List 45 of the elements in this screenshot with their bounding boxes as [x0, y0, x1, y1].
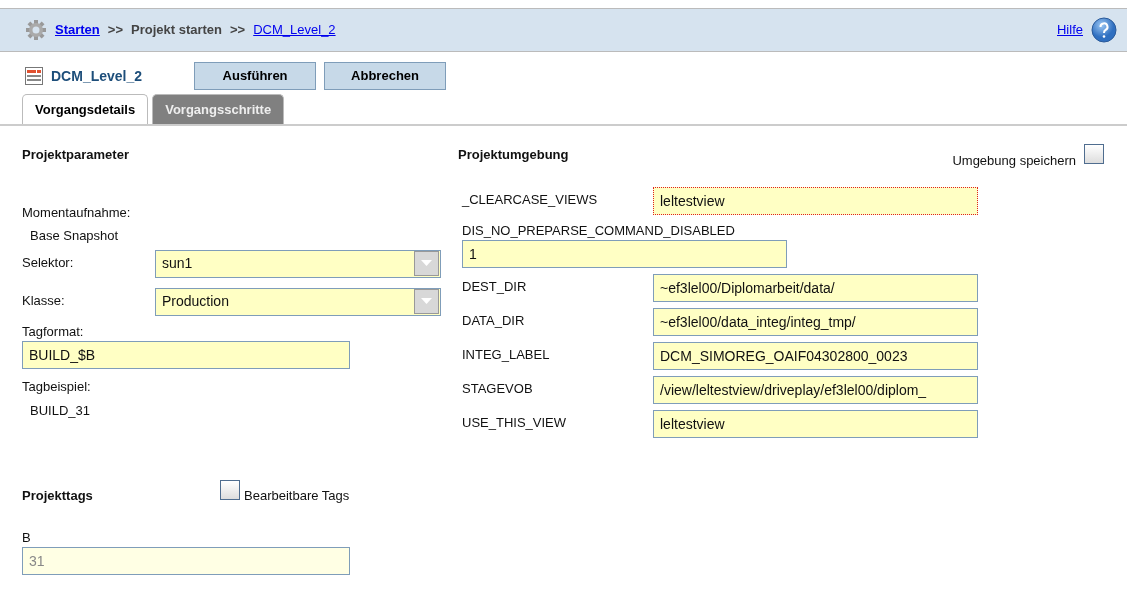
field-label: Selektor: [22, 253, 75, 272]
variable-field[interactable]: /view/leltestview/driveplay/ef3lel00/diplom_ [653, 376, 978, 404]
tagformat-field[interactable]: BUILD_$B [22, 341, 350, 369]
variable-field[interactable]: leltestview [653, 410, 978, 438]
section-heading: Projektparameter [22, 146, 130, 164]
gear-icon [25, 19, 47, 41]
field-label: B [22, 528, 32, 547]
section-heading: Projekttags [22, 487, 94, 505]
field-label: Momentaufnahme: [22, 203, 132, 222]
tab[interactable]: Vorgangsdetails [22, 93, 149, 124]
variable-field[interactable]: ~ef3lel00/data_integ/integ_tmp/ [653, 308, 978, 336]
action-button[interactable]: Abbrechen [324, 62, 447, 90]
help-link[interactable]: Hilfe [1057, 20, 1083, 40]
field-label: Tagbeispiel: [22, 378, 92, 396]
breadcrumb-separator: >> [230, 21, 246, 40]
variable-name: DEST_DIR [462, 278, 528, 296]
checkbox-label: Umgebung speichern [952, 152, 1076, 170]
field-value: BUILD_31 [30, 401, 91, 420]
page-title: DCM_Level_2 [51, 66, 143, 86]
breadcrumb-current: Projekt starten [131, 21, 223, 40]
help-icon [1091, 17, 1117, 43]
checkbox[interactable] [1084, 143, 1104, 164]
variable-name: STAGEVOB [462, 380, 534, 398]
variable-field[interactable]: 1 [462, 240, 787, 268]
action-button[interactable]: Ausführen [194, 62, 317, 90]
section-heading: Projektumgebung [458, 146, 569, 164]
breadcrumb-separator: >> [107, 21, 123, 40]
variable-field[interactable]: DCM_SIMOREG_OAIF04302800_0023 [653, 342, 978, 370]
field-label: Tagformat: [22, 322, 85, 341]
checkbox-label: Bearbeitbare Tags [244, 487, 350, 505]
variable-name: _CLEARCASE_VIEWS [462, 190, 599, 209]
variable-field[interactable]: ~ef3lel00/Diplomarbeit/data/ [653, 274, 978, 302]
selector-dropdown[interactable]: sun1 [155, 249, 441, 278]
breadcrumb-link[interactable]: DCM_Level_2 [253, 20, 336, 40]
variable-name: USE_THIS_VIEW [462, 414, 568, 432]
checkbox[interactable] [220, 479, 240, 500]
variable-name: INTEG_LABEL [462, 346, 551, 364]
field-value: Base Snapshot [30, 227, 120, 245]
table-icon [25, 67, 43, 85]
variable-name: DATA_DIR [462, 312, 526, 330]
variable-name: DIS_NO_PREPARSE_COMMAND_DISABLED [462, 221, 736, 240]
field-label: Klasse: [22, 291, 66, 310]
variable-field[interactable]: leltestview [653, 186, 978, 215]
breadcrumb-link[interactable]: Starten [55, 20, 100, 40]
class-dropdown[interactable]: Production [155, 287, 441, 316]
